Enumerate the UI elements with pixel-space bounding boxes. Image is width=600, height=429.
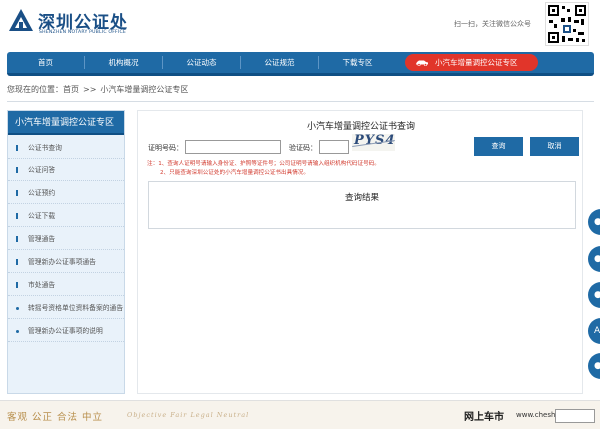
sidebar-item-label: 市处通告 bbox=[28, 281, 56, 289]
sidebar-item-label: 转摇号资格单位资料备案的通告 bbox=[28, 304, 124, 312]
consult-float-icon[interactable]: ● bbox=[588, 209, 600, 235]
logo-subtitle: SHENZHEN NOTARY PUBLIC OFFICE bbox=[39, 30, 126, 35]
certificate-number-input[interactable] bbox=[185, 140, 281, 154]
captcha-input[interactable] bbox=[319, 140, 349, 154]
sidebar-item-label: 公证预约 bbox=[28, 189, 56, 197]
captcha-label: 验证码： bbox=[289, 144, 317, 152]
bullet-bar-icon bbox=[16, 236, 18, 242]
app-float-icon[interactable]: A bbox=[588, 318, 600, 344]
cancel-button[interactable]: 取消 bbox=[530, 137, 579, 156]
sidebar-item-appointment[interactable]: 公证预约 bbox=[8, 182, 124, 204]
sidebar-item-certificate-query[interactable]: 公证书查询 bbox=[8, 137, 124, 159]
sidebar-item-matters-explanation[interactable]: 管理新办公证事项的说明 bbox=[8, 320, 124, 342]
footer: 客观 公正 合法 中立 Objective Fair Legal Neutral bbox=[0, 401, 600, 429]
sidebar-title: 小汽车增量调控公证专区 bbox=[8, 111, 124, 135]
user-float-icon[interactable]: ● bbox=[588, 246, 600, 272]
sidebar-item-label: 公证问答 bbox=[28, 166, 56, 174]
breadcrumb-current[interactable]: 小汽车增量调控公证专区 bbox=[100, 85, 188, 94]
certificate-number-label: 证明号码： bbox=[148, 144, 183, 152]
nav-car-quota-zone[interactable]: 小汽车增量调控公证专区 bbox=[405, 54, 538, 71]
sidebar-item-label: 管理新办公证事项通告 bbox=[28, 258, 96, 266]
sidebar-item-label: 管理通告 bbox=[28, 235, 56, 243]
header: 深圳公证处 SHENZHEN NOTARY PUBLIC OFFICE 扫一扫，… bbox=[0, 0, 600, 50]
back-to-top-float-icon[interactable]: ● bbox=[588, 353, 600, 379]
nav-special-label: 小汽车增量调控公证专区 bbox=[435, 58, 518, 67]
car-icon bbox=[416, 60, 428, 66]
breadcrumb: 您现在的位置：首页 >> 小汽车增量调控公证专区 bbox=[7, 84, 188, 95]
query-result-title: 查询结果 bbox=[344, 193, 379, 203]
qr-caption: 扫一扫，关注微信公众号 bbox=[454, 20, 531, 28]
sidebar-item-label: 公证下载 bbox=[28, 212, 56, 220]
query-panel: 小汽车增量调控公证书查询 证明号码： 验证码： PYS4 查询 取消 注：1、查… bbox=[137, 110, 583, 394]
sidebar-item-faq[interactable]: 公证问答 bbox=[8, 159, 124, 181]
sidebar-item-label: 公证书查询 bbox=[28, 144, 62, 152]
bullet-dot-icon bbox=[16, 307, 19, 310]
nav-standards[interactable]: 公证规范 bbox=[241, 52, 318, 73]
logo[interactable]: 深圳公证处 SHENZHEN NOTARY PUBLIC OFFICE bbox=[8, 6, 138, 40]
captcha-image[interactable]: PYS4 bbox=[352, 134, 395, 151]
sidebar-item-notice[interactable]: 管理通告 bbox=[8, 228, 124, 250]
main-nav: 首页 机构概况 公证动态 公证规范 下载专区 小汽车增量调控公证专区 bbox=[7, 52, 594, 76]
bullet-bar-icon bbox=[16, 213, 18, 219]
nav-news[interactable]: 公证动态 bbox=[163, 52, 240, 73]
query-button[interactable]: 查询 bbox=[474, 137, 523, 156]
breadcrumb-separator: >> bbox=[83, 85, 97, 94]
note-line-1: 注：1、查询人证明号请输入身份证、护照等证件号；公司证明号请输入组织机构代码证号… bbox=[147, 161, 380, 167]
watermark-text: 网上车市 bbox=[464, 412, 504, 423]
qr-code-icon bbox=[545, 2, 589, 46]
nav-about[interactable]: 机构概况 bbox=[85, 52, 162, 73]
sidebar-item-filing-notice[interactable]: 转摇号资格单位资料备案的通告 bbox=[8, 297, 124, 319]
footer-link-select[interactable] bbox=[555, 409, 595, 423]
breadcrumb-label: 您现在的位置： bbox=[7, 85, 63, 94]
breadcrumb-divider bbox=[7, 101, 594, 102]
nav-home[interactable]: 首页 bbox=[7, 52, 84, 73]
service-float-icon[interactable]: ● bbox=[588, 282, 600, 308]
sidebar-item-city-notice[interactable]: 市处通告 bbox=[8, 274, 124, 296]
bullet-bar-icon bbox=[16, 167, 18, 173]
footer-motto-en: Objective Fair Legal Neutral bbox=[127, 411, 250, 419]
sidebar-item-download[interactable]: 公证下载 bbox=[8, 205, 124, 227]
query-result-box: 查询结果 bbox=[148, 181, 576, 229]
breadcrumb-home[interactable]: 首页 bbox=[63, 85, 79, 94]
bullet-bar-icon bbox=[16, 190, 18, 196]
sidebar-item-new-matters-notice[interactable]: 管理新办公证事项通告 bbox=[8, 251, 124, 273]
bullet-bar-icon bbox=[16, 259, 18, 265]
page-title: 小汽车增量调控公证书查询 bbox=[306, 122, 415, 132]
nav-downloads[interactable]: 下载专区 bbox=[319, 52, 396, 73]
sidebar: 小汽车增量调控公证专区 公证书查询 公证问答 公证预约 公证下载 管理通告 管理… bbox=[7, 110, 125, 394]
note-line-2: 2、只能查询深圳公证处的小汽车增量调控公证书出具情况。 bbox=[160, 170, 309, 176]
bullet-bar-icon bbox=[16, 282, 18, 288]
bullet-dot-icon bbox=[16, 330, 19, 333]
bullet-bar-icon bbox=[16, 145, 18, 151]
sidebar-item-label: 管理新办公证事项的说明 bbox=[28, 327, 103, 335]
notary-logo-icon bbox=[9, 9, 33, 31]
footer-motto: 客观 公正 合法 中立 bbox=[7, 412, 104, 423]
